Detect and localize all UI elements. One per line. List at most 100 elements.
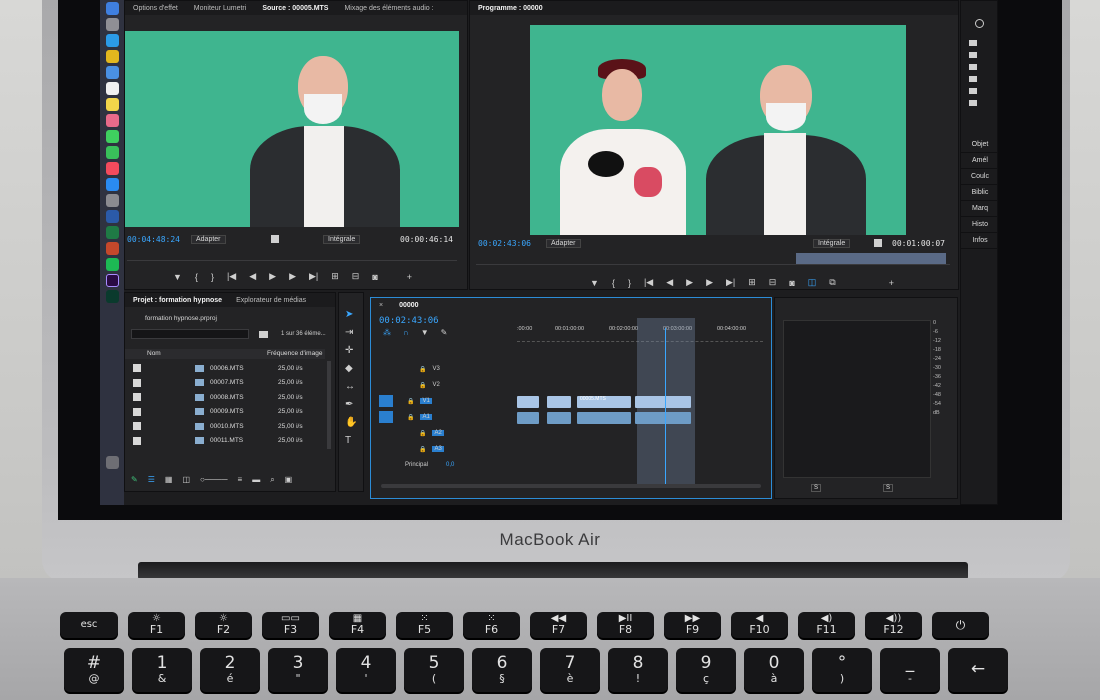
key-degree[interactable]: °): [812, 648, 872, 692]
table-row[interactable]: 00009.MTS 25,00 i/s: [125, 405, 325, 420]
source-fit-select[interactable]: Adapter: [191, 235, 226, 244]
side-btn-marq[interactable]: Marq: [961, 201, 998, 217]
word-icon[interactable]: [105, 210, 119, 223]
key-f5[interactable]: ⁙ F5: [396, 612, 453, 638]
side-btn-amel[interactable]: Amél: [961, 153, 998, 169]
program-timecode-in[interactable]: 00:02:43:06: [478, 239, 531, 248]
solo-left-button[interactable]: S: [811, 484, 822, 492]
key-f6[interactable]: ⁙ F6: [463, 612, 520, 638]
step-forward-icon[interactable]: ▶: [289, 271, 296, 282]
freeform-view-icon[interactable]: ◫: [182, 475, 190, 485]
folder-item[interactable]: [961, 97, 998, 109]
key-f4[interactable]: ▦ F4: [329, 612, 386, 638]
mark-in-icon[interactable]: {: [612, 278, 615, 288]
side-btn-coul[interactable]: Coulc: [961, 169, 998, 185]
tab-media-browser[interactable]: Explorateur de médias: [236, 297, 306, 304]
list-view-icon[interactable]: ☰: [148, 475, 155, 485]
program-fit-select[interactable]: Adapter: [546, 239, 581, 248]
tab-project[interactable]: Projet : formation hypnose: [133, 297, 222, 304]
preferences-icon[interactable]: [105, 194, 119, 207]
folder-item[interactable]: [961, 73, 998, 85]
go-to-in-icon[interactable]: |◀: [227, 271, 236, 282]
slip-icon[interactable]: ↔: [345, 381, 357, 392]
close-icon[interactable]: ×: [379, 302, 383, 309]
key-f8[interactable]: ▶II F8: [597, 612, 654, 638]
excel-icon[interactable]: [105, 226, 119, 239]
source-settings-icon[interactable]: [271, 235, 279, 243]
key-f9[interactable]: ▶▶ F9: [664, 612, 721, 638]
folder-item[interactable]: [961, 49, 998, 61]
launchpad-icon[interactable]: [105, 18, 119, 31]
notes-icon[interactable]: [105, 98, 119, 111]
folder-item[interactable]: [961, 85, 998, 97]
new-bin-icon[interactable]: [259, 331, 268, 338]
source-time-ruler[interactable]: [127, 249, 457, 261]
audio-clip[interactable]: [577, 412, 631, 424]
safari-icon[interactable]: [105, 34, 119, 47]
side-btn-infos[interactable]: Infos: [961, 233, 998, 249]
music-icon[interactable]: [105, 162, 119, 175]
table-row[interactable]: 00011.MTS 25,00 i/s: [125, 434, 325, 449]
mail-icon[interactable]: [105, 66, 119, 79]
go-to-out-icon[interactable]: ▶|: [726, 277, 735, 288]
pen-icon[interactable]: ✒: [345, 399, 357, 410]
marker-icon[interactable]: ▼: [173, 272, 182, 282]
zoom-slider[interactable]: ○────: [200, 475, 228, 485]
mark-out-icon[interactable]: }: [628, 278, 631, 288]
video-clip[interactable]: [517, 396, 539, 408]
sort-icon[interactable]: ≡: [238, 475, 243, 485]
key-5[interactable]: 5(: [404, 648, 464, 692]
video-clip[interactable]: [635, 396, 691, 408]
program-video-frame[interactable]: [530, 25, 906, 235]
tab-effect-options[interactable]: Options d'effet: [133, 5, 178, 12]
table-row[interactable]: 00006.MTS 25,00 i/s: [125, 361, 325, 376]
program-quality-select[interactable]: Intégrale: [813, 239, 851, 248]
key-9[interactable]: 9ç: [676, 648, 736, 692]
source-video-frame[interactable]: [125, 31, 459, 227]
source-quality-select[interactable]: Intégrale: [323, 235, 361, 244]
powerpoint-icon[interactable]: [105, 242, 119, 255]
audition-icon[interactable]: [105, 290, 119, 303]
col-fps[interactable]: Fréquence d'image: [267, 350, 322, 357]
source-timecode-in[interactable]: 00:04:48:24: [127, 235, 180, 244]
timeline-settings-icon[interactable]: ✎: [441, 328, 448, 337]
step-back-icon[interactable]: ◀: [249, 271, 256, 282]
folder-item[interactable]: [961, 61, 998, 73]
key-f1[interactable]: ☼ F1: [128, 612, 185, 638]
spotify-icon[interactable]: [105, 258, 119, 271]
project-search-input[interactable]: [131, 329, 249, 339]
key-f10[interactable]: ◀ F10: [731, 612, 788, 638]
add-button-icon[interactable]: +: [889, 278, 894, 288]
photos-icon[interactable]: [105, 114, 119, 127]
timeline-scrollbar[interactable]: [381, 484, 761, 488]
folder-item[interactable]: [961, 37, 998, 49]
playhead[interactable]: [665, 328, 666, 488]
step-back-icon[interactable]: ◀: [666, 277, 673, 288]
search-icon[interactable]: [975, 19, 984, 28]
key-f3[interactable]: ▭▭ F3: [262, 612, 319, 638]
key-f11[interactable]: ◀) F11: [798, 612, 855, 638]
key-7[interactable]: 7è: [540, 648, 600, 692]
go-to-out-icon[interactable]: ▶|: [309, 271, 318, 282]
vr-icon[interactable]: ⧉: [829, 277, 835, 288]
key-1[interactable]: 1 &: [132, 648, 192, 692]
key-0[interactable]: 0à: [744, 648, 804, 692]
key-8[interactable]: 8!: [608, 648, 668, 692]
play-icon[interactable]: ▶: [269, 271, 276, 282]
key-2[interactable]: 2é: [200, 648, 260, 692]
tab-sequence[interactable]: 00000: [399, 302, 418, 309]
key-3[interactable]: 3 ": [268, 648, 328, 692]
trash-icon[interactable]: [105, 456, 119, 469]
program-settings-icon[interactable]: [874, 239, 882, 247]
calendar-icon[interactable]: [105, 82, 119, 95]
key-6[interactable]: 6 §: [472, 648, 532, 692]
timeline-timecode[interactable]: 00:02:43:06: [379, 316, 439, 326]
insert-icon[interactable]: ⊞: [331, 271, 339, 282]
facetime-icon[interactable]: [105, 146, 119, 159]
tab-program[interactable]: Programme : 00000: [478, 5, 543, 12]
video-clip[interactable]: [547, 396, 571, 408]
new-item-icon[interactable]: ▣: [285, 475, 293, 485]
tab-audio-mixer[interactable]: Mixage des éléments audio :: [344, 5, 433, 12]
video-clip[interactable]: 00005.MTS: [577, 396, 631, 408]
master-volume[interactable]: 0,0: [446, 462, 454, 468]
